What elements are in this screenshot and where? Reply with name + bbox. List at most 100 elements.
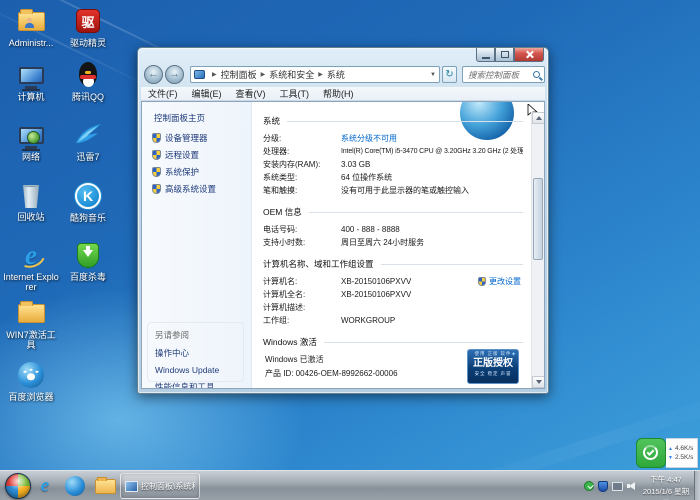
desktop-icon-internet-explorer[interactable]: e Internet Explorer [2,240,60,293]
section-title: 系统 [263,115,280,127]
desktop-icon-win7-activator[interactable]: WIN7激活工具 [2,298,60,351]
desktop-icon-baidu-antivirus[interactable]: 百度杀毒 [59,240,117,282]
start-button[interactable] [5,473,31,499]
divider [381,264,523,265]
info-row: 系统类型:64 位操作系统 [263,171,523,184]
breadcrumb-control-panel[interactable]: 控制面板 [221,68,257,81]
breadcrumb-arrow-icon: ▶ [318,71,323,78]
menu-view[interactable]: 查看(V) [229,87,273,100]
search-placeholder: 搜索控制面板 [468,69,519,81]
minimize-button[interactable] [476,48,495,62]
desktop-icon-label: 百度杀毒 [59,272,117,282]
scroll-down-button[interactable] [532,376,545,388]
search-icon [533,71,540,78]
tray-green-check-icon[interactable] [584,481,594,491]
menu-tools[interactable]: 工具(T) [273,87,317,100]
taskbar-explorer-button[interactable] [93,474,117,498]
desktop-icon-label: Administr... [2,38,60,48]
learn-more-link[interactable]: 联机了解更多内容... [453,388,519,389]
bin-lid-icon [20,181,43,187]
sidebar-item-action-center[interactable]: 操作中心 [155,347,243,359]
control-panel-icon [194,70,205,79]
sidebar-item-windows-update[interactable]: Windows Update [155,365,243,375]
sidebar-item-label: 系统保护 [165,166,199,178]
close-button[interactable] [514,48,544,62]
desktop-icon-baidu-browser[interactable]: 百度浏览器 [2,360,60,402]
genuine-badge[interactable]: ✦ 使用 正版 软件 正版授权 安全 稳定 声誉 [467,349,519,384]
menu-file[interactable]: 文件(F) [141,87,185,100]
forward-button[interactable]: → [165,65,184,84]
desktop-icon-recycle-bin[interactable]: 回收站 [2,180,60,222]
desktop-icon-driver-genius[interactable]: 驱 驱动精灵 [59,6,117,48]
sidebar-item-remote-settings[interactable]: 远程设置 [152,149,199,161]
sidebar-item-device-manager[interactable]: 设备管理器 [152,132,208,144]
main-panel: 系统 分级:系统分级不可用 处理器:Intel(R) Core(TM) i5-3… [253,102,531,388]
clock-time: 下午 4:47 [640,474,692,486]
desktop-icon-label: 酷狗音乐 [59,213,117,223]
speed-panel: ▲4.6K/s ▼2.5K/s [666,438,698,468]
tray-shield-icon[interactable] [598,481,608,492]
tray-speaker-icon[interactable] [627,481,638,492]
taskbar-ie-button[interactable]: e [33,474,57,498]
back-button[interactable]: ← [144,65,163,84]
breadcrumb-system[interactable]: 系统 [327,68,345,81]
menu-help[interactable]: 帮助(H) [316,87,361,100]
scroll-up-button[interactable] [532,112,545,124]
close-icon [525,50,534,59]
breadcrumb-system-security[interactable]: 系统和安全 [269,68,314,81]
qq-penguin-icon [78,62,98,88]
window-mini-icon [125,481,138,492]
desktop-icon-administrator[interactable]: Administr... [2,6,60,48]
address-dropdown-icon[interactable]: ▼ [430,72,439,78]
sidebar-item-label: 远程设置 [165,149,199,161]
search-input[interactable]: 搜索控制面板 [462,66,545,83]
green-shield-icon [77,243,99,268]
section-title: 计算机名称、域和工作组设置 [263,258,374,270]
section-title: OEM 信息 [263,206,302,218]
desktop-icon-xunlei[interactable]: 迅雷7 [59,120,117,162]
info-row: 分级:系统分级不可用 [263,132,523,145]
section-oem: OEM 信息 电话号码:400 - 888 - 8888 支持小时数:周日至周六… [263,206,523,249]
navigation-bar: ← → ▶ 控制面板 ▶ 系统和安全 ▶ 系统 ▼ ↻ 搜索控制面板 [141,63,545,86]
green-check-tile[interactable] [636,438,666,468]
uac-shield-icon [152,133,161,143]
show-desktop-button[interactable] [694,471,700,500]
info-row: 安装内存(RAM):3.03 GB [263,158,523,171]
task-label: 控制面板\系统和... [141,481,195,492]
system-window: ← → ▶ 控制面板 ▶ 系统和安全 ▶ 系统 ▼ ↻ 搜索控制面板 文件(F)… [137,47,549,394]
net-speed-widget[interactable]: ▲4.6K/s ▼2.5K/s [636,438,698,468]
sidebar-item-advanced-settings[interactable]: 高级系统设置 [152,183,216,195]
system-tray [584,471,638,500]
taskbar-baidu-browser-button[interactable] [63,474,87,498]
user-icon [25,23,34,28]
desktop-icon-computer[interactable]: 计算机 [2,60,60,102]
taskbar-clock[interactable]: 下午 4:47 2015/1/6 星期二 [640,474,692,500]
tray-monitor-icon[interactable] [612,482,623,491]
change-settings-link[interactable]: 更改设置 [478,276,521,287]
taskbar-active-task[interactable]: 控制面板\系统和... [120,473,200,499]
info-row: 笔和触摸:没有可用于此显示器的笔或触控输入 [263,184,523,197]
info-row: 计算机描述: [263,301,523,314]
sidebar-item-system-protection[interactable]: 系统保护 [152,166,199,178]
desktop-icon-label: Internet Explorer [2,272,60,293]
maximize-button[interactable] [495,48,514,62]
sidebar-item-performance-tools[interactable]: 性能信息和工具 [155,381,243,389]
menu-edit[interactable]: 编辑(E) [185,87,229,100]
scrollbar-thumb[interactable] [533,178,543,260]
see-also-box: 另请参阅 操作中心 Windows Update 性能信息和工具 [147,322,244,382]
desktop-icon-qq[interactable]: 腾讯QQ [59,60,117,102]
desktop-icon-kugou[interactable]: K 酷狗音乐 [59,181,117,223]
section-activation: Windows 激活 Windows 已激活 产品 ID: 00426-OEM-… [263,336,523,389]
vertical-scrollbar[interactable] [531,112,544,388]
minimize-icon [482,57,490,59]
desktop-icon-label: 网络 [2,152,60,162]
desktop-icon-network[interactable]: 网络 [2,120,60,162]
address-bar[interactable]: ▶ 控制面板 ▶ 系统和安全 ▶ 系统 ▼ [190,66,440,83]
info-row: 电话号码:400 - 888 - 8888 [263,223,523,236]
rating-link[interactable]: 系统分级不可用 [341,132,397,145]
clock-date: 2015/1/6 星期二 [640,486,692,500]
monitor-icon [19,127,44,144]
sidebar-item-home[interactable]: 控制面板主页 [154,112,205,124]
desktop-icon-label: 驱动精灵 [59,38,117,48]
refresh-button[interactable]: ↻ [442,66,457,83]
